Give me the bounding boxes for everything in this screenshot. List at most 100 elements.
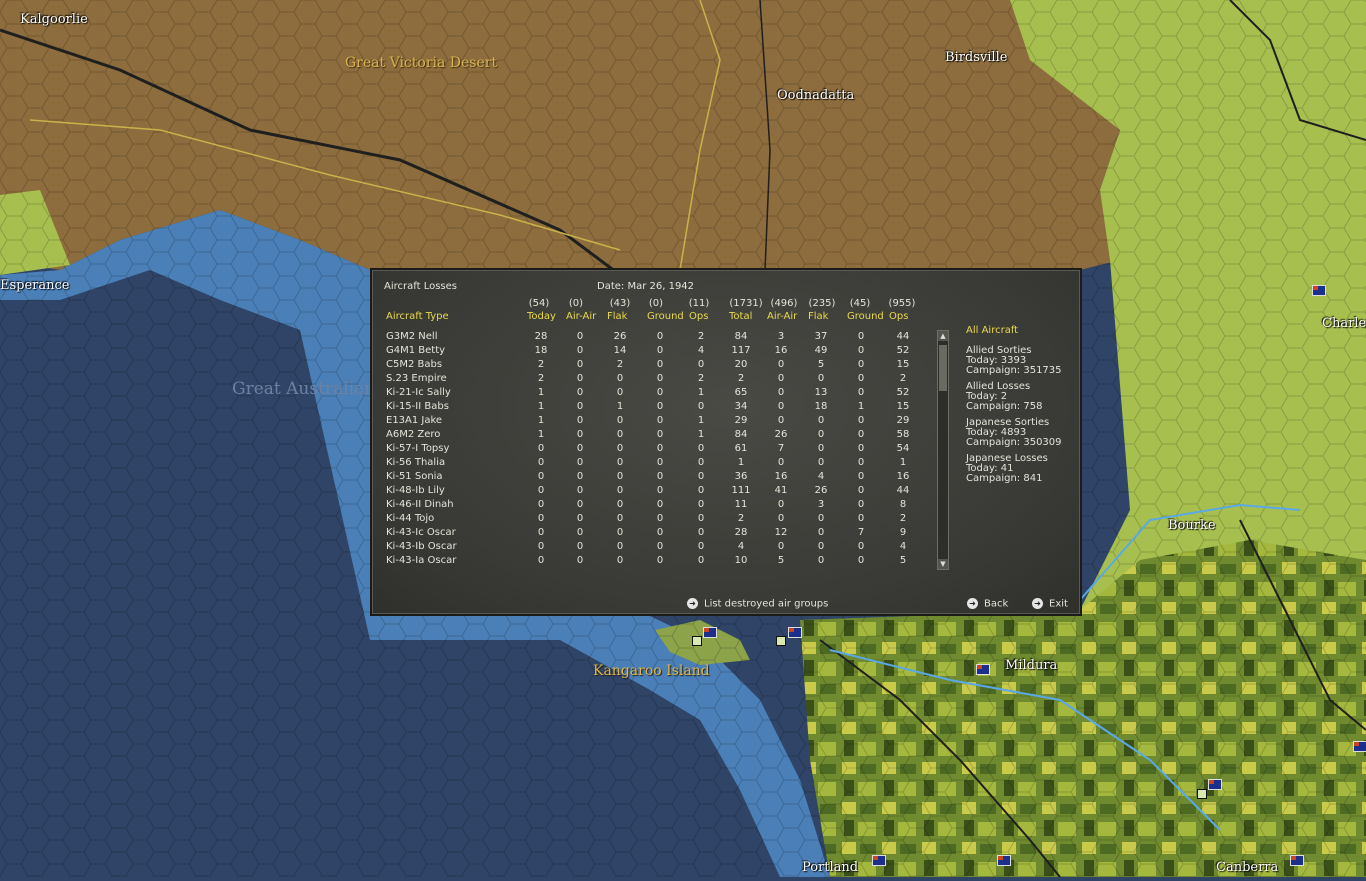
- loss-value-cell: 0: [656, 457, 664, 468]
- loss-value-cell: 49: [814, 345, 828, 356]
- table-row[interactable]: Ki-43-Ic Oscar 0 0 0 0 0 28 12 0 7 9: [386, 527, 926, 541]
- table-row[interactable]: C5M2 Babs 2 0 2 0 0 20 0 5 0 15: [386, 359, 926, 373]
- loss-value-cell: 0: [537, 485, 545, 496]
- loss-value-cell: 11: [734, 499, 748, 510]
- allied-flag-icon[interactable]: [997, 855, 1011, 866]
- header-ground-total[interactable]: Ground: [847, 311, 884, 322]
- allied-flag-icon[interactable]: [1208, 779, 1222, 790]
- loss-value-cell: 8: [899, 499, 907, 510]
- loss-value-cell: 0: [616, 429, 624, 440]
- table-row[interactable]: Ki-48-Ib Lily 0 0 0 0 0 111 41 26 0 44: [386, 485, 926, 499]
- table-row[interactable]: Ki-43-Ib Oscar 0 0 0 0 0 4 0 0 0 4: [386, 541, 926, 555]
- loss-value-cell: 26: [774, 429, 788, 440]
- loss-value-cell: 0: [857, 429, 865, 440]
- city-label-canberra[interactable]: Canberra: [1216, 860, 1278, 875]
- table-row[interactable]: E13A1 Jake 1 0 0 0 1 29 0 0 0 29: [386, 415, 926, 429]
- back-button[interactable]: ➜ Back: [967, 598, 1008, 610]
- loss-value-cell: 0: [777, 359, 785, 370]
- table-row[interactable]: Ki-21-Ic Sally 1 0 0 0 1 65 0 13 0 52: [386, 387, 926, 401]
- loss-value-cell: 0: [857, 387, 865, 398]
- total-air-air-today: (0): [568, 298, 584, 309]
- loss-value-cell: 0: [537, 471, 545, 482]
- exit-button[interactable]: ➜ Exit: [1032, 598, 1068, 610]
- scroll-down-icon[interactable]: ▼: [938, 559, 948, 569]
- table-row[interactable]: A6M2 Zero 1 0 0 0 1 84 26 0 0 58: [386, 429, 926, 443]
- loss-value-cell: 0: [616, 485, 624, 496]
- all-aircraft-filter[interactable]: All Aircraft: [966, 326, 1076, 336]
- airbase-icon[interactable]: [1197, 789, 1207, 799]
- loss-value-cell: 0: [616, 541, 624, 552]
- loss-value-cell: 0: [817, 513, 825, 524]
- allied-flag-icon[interactable]: [788, 627, 802, 638]
- city-label-esperance[interactable]: Esperance: [0, 278, 70, 293]
- loss-value-cell: 0: [697, 541, 705, 552]
- aircraft-type-cell: G4M1 Betty: [386, 345, 446, 356]
- header-ops-total[interactable]: Ops: [889, 311, 908, 322]
- allied-flag-icon[interactable]: [872, 855, 886, 866]
- allied-flag-icon[interactable]: [1290, 855, 1304, 866]
- loss-value-cell: 0: [697, 457, 705, 468]
- loss-value-cell: 0: [576, 485, 584, 496]
- loss-value-cell: 16: [896, 471, 910, 482]
- header-air-air-total[interactable]: Air-Air: [767, 311, 797, 322]
- allied-flag-icon[interactable]: [1312, 285, 1326, 296]
- city-label-bourke[interactable]: Bourke: [1168, 518, 1216, 533]
- loss-value-cell: 0: [656, 331, 664, 342]
- city-label-birdsville[interactable]: Birdsville: [945, 50, 1007, 65]
- loss-value-cell: 65: [734, 387, 748, 398]
- airbase-icon[interactable]: [776, 636, 786, 646]
- city-label-charleville[interactable]: Charley: [1322, 316, 1366, 331]
- allied-flag-icon[interactable]: [703, 627, 717, 638]
- list-destroyed-label: List destroyed air groups: [704, 598, 829, 610]
- header-flak-today[interactable]: Flak: [607, 311, 627, 322]
- table-row[interactable]: Ki-57-I Topsy 0 0 0 0 0 61 7 0 0 54: [386, 443, 926, 457]
- header-aircraft-type[interactable]: Aircraft Type: [386, 311, 449, 322]
- city-label-oodnadatta[interactable]: Oodnadatta: [777, 88, 854, 103]
- total-flak: (235): [808, 298, 836, 309]
- allied-losses-block: Allied Losses Today: 2 Campaign: 758: [966, 382, 1076, 412]
- header-total[interactable]: Total: [729, 311, 752, 322]
- table-row[interactable]: Ki-51 Sonia 0 0 0 0 0 36 16 4 0 16: [386, 471, 926, 485]
- table-row[interactable]: G3M2 Nell 28 0 26 0 2 84 3 37 0 44: [386, 331, 926, 345]
- city-label-portland[interactable]: Portland: [802, 860, 858, 875]
- loss-value-cell: 0: [616, 499, 624, 510]
- arrow-right-icon: ➜: [967, 598, 978, 609]
- loss-value-cell: 28: [734, 527, 748, 538]
- total-air-air: (496): [770, 298, 798, 309]
- loss-value-cell: 2: [697, 373, 705, 384]
- header-air-air-today[interactable]: Air-Air: [566, 311, 596, 322]
- table-scrollbar[interactable]: ▲ ▼: [937, 330, 949, 570]
- loss-value-cell: 0: [537, 499, 545, 510]
- loss-value-cell: 1: [697, 387, 705, 398]
- table-row[interactable]: Ki-46-II Dinah 0 0 0 0 0 11 0 3 0 8: [386, 499, 926, 513]
- header-ground-today[interactable]: Ground: [647, 311, 684, 322]
- back-label: Back: [984, 598, 1009, 610]
- loss-value-cell: 0: [777, 415, 785, 426]
- header-ops-today[interactable]: Ops: [689, 311, 708, 322]
- loss-value-cell: 0: [576, 401, 584, 412]
- loss-value-cell: 0: [576, 415, 584, 426]
- aircraft-type-cell: A6M2 Zero: [386, 429, 441, 440]
- header-flak-total[interactable]: Flak: [808, 311, 828, 322]
- loss-value-cell: 20: [734, 359, 748, 370]
- loss-value-cell: 0: [857, 443, 865, 454]
- loss-value-cell: 0: [616, 555, 624, 566]
- scroll-up-icon[interactable]: ▲: [938, 331, 948, 341]
- list-destroyed-air-groups-button[interactable]: ➜ List destroyed air groups: [687, 598, 828, 610]
- allied-flag-icon[interactable]: [1353, 741, 1366, 752]
- header-today[interactable]: Today: [527, 311, 556, 322]
- table-row[interactable]: Ki-43-Ia Oscar 0 0 0 0 0 10 5 0 0 5: [386, 555, 926, 569]
- table-row[interactable]: Ki-56 Thalia 0 0 0 0 0 1 0 0 0 1: [386, 457, 926, 471]
- city-label-kalgoorlie[interactable]: Kalgoorlie: [20, 12, 88, 27]
- table-row[interactable]: Ki-44 Tojo 0 0 0 0 0 2 0 0 0 2: [386, 513, 926, 527]
- loss-value-cell: 0: [817, 555, 825, 566]
- airbase-icon[interactable]: [692, 636, 702, 646]
- loss-value-cell: 0: [656, 471, 664, 482]
- allied-flag-icon[interactable]: [976, 664, 990, 675]
- city-label-mildura[interactable]: Mildura: [1005, 658, 1057, 673]
- scroll-thumb[interactable]: [939, 345, 947, 391]
- table-row[interactable]: G4M1 Betty 18 0 14 0 4 117 16 49 0 52: [386, 345, 926, 359]
- table-row[interactable]: S.23 Empire 2 0 0 0 2 2 0 0 0 2: [386, 373, 926, 387]
- table-row[interactable]: Ki-15-II Babs 1 0 1 0 0 34 0 18 1 15: [386, 401, 926, 415]
- loss-value-cell: 0: [656, 345, 664, 356]
